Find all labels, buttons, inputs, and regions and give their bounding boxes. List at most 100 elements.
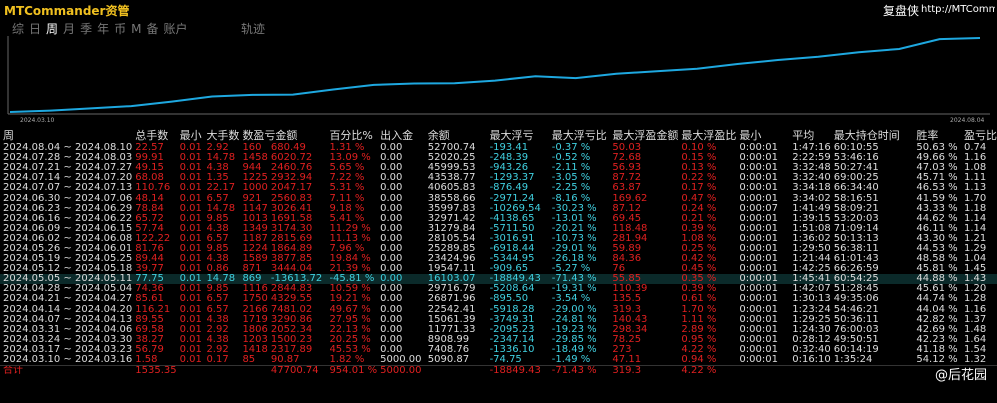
cell: -909.65 [489, 264, 529, 275]
cell: 1806 [242, 324, 268, 335]
table-row[interactable]: 2024.06.23 ~ 2024.06.29 78.84 0.01 14.78 114… [0, 204, 997, 214]
cell: -2347.14 [489, 334, 535, 345]
cell: 26871.96 [427, 294, 476, 305]
cell: 60:54:25 [830, 274, 914, 285]
cell: 39.77 [135, 264, 164, 275]
top-bar: MTCommander资管 复盘侠 http://MTCommander 综日周… [0, 0, 997, 36]
cell: 44.62 % [916, 213, 958, 224]
col-header-14[interactable]: 最大持仓时间 [831, 127, 914, 143]
table-row[interactable]: 2024.06.16 ~ 2024.06.22 65.72 0.01 9.85 1013… [0, 214, 997, 224]
cell: 4.38 [206, 223, 229, 234]
table-row[interactable]: 2024.06.02 ~ 2024.06.08 122.22 0.01 6.57 118… [0, 234, 997, 244]
cell: 1.43 [960, 274, 997, 285]
cell: 47700.74 [267, 365, 327, 377]
col-header-2[interactable]: 最小 [177, 127, 204, 143]
cell: 50:36:11 [833, 314, 879, 325]
cell: 281.94 [612, 233, 648, 244]
cell: 11.29 % [329, 223, 371, 234]
cell: 0.00 [380, 284, 403, 295]
col-header-8[interactable]: 最大浮亏 [487, 127, 549, 143]
col-header-11[interactable]: 最大浮盈比 [678, 127, 736, 143]
cell: 110.76 [135, 183, 171, 194]
cell: -2971.24 [489, 193, 535, 204]
cell: 116.21 [135, 304, 171, 315]
cell: 1203 [242, 334, 268, 345]
watermark: @后花园 [934, 368, 987, 383]
cell: 2.92 [206, 143, 229, 154]
table-row[interactable]: 2024.04.21 ~ 2024.04.27 85.61 0.01 6.57 1750… [0, 294, 997, 304]
cell: 3:32:48 [792, 163, 831, 174]
brand-url[interactable]: http://MTCommander [921, 4, 995, 15]
table-row[interactable]: 2024.07.07 ~ 2024.07.13 110.76 0.01 22.17 10… [0, 183, 997, 193]
cell: 2:22:59 [792, 153, 831, 164]
equity-line [9, 37, 981, 113]
cell: 0.00 [380, 173, 403, 184]
table-row[interactable]: 2024.03.10 ~ 2024.03.16 1.58 0.01 0.17 85 90.… [0, 355, 997, 366]
cell: 5.31 % [329, 183, 365, 194]
table-row[interactable]: 2024.07.14 ~ 2024.07.20 68.08 0.01 1.35 1225… [0, 173, 997, 183]
cell: 68.08 [135, 173, 164, 184]
table-row[interactable]: 2024.06.09 ~ 2024.06.15 57.74 0.01 4.38 1349… [0, 224, 997, 234]
cell: 44.74 % [916, 294, 958, 305]
col-header-6[interactable]: 出入金 [377, 127, 425, 143]
cell: 22.57 [135, 143, 164, 154]
cell: 0:00:01 [739, 153, 778, 164]
table-row[interactable]: 2024.07.28 ~ 2024.08.03 99.91 0.01 14.78 145… [0, 153, 997, 163]
cell: 0:00:01 [739, 294, 778, 305]
col-header-13[interactable]: 平均 [789, 127, 831, 143]
table-row[interactable]: 2024.04.07 ~ 2024.04.13 89.55 0.01 4.38 1719… [0, 315, 997, 325]
col-header-0[interactable]: 周 [0, 127, 132, 143]
cell: 2024.04.14 ~ 2024.04.20 [3, 304, 133, 315]
cell: 4.22 % [681, 344, 717, 355]
col-header-15[interactable]: 胜率 [913, 127, 961, 143]
cell: 9.18 % [329, 203, 365, 214]
cell: -24.81 % [551, 314, 597, 325]
col-header-7[interactable]: 余额 [425, 127, 487, 143]
cell: 51:28:45 [833, 284, 879, 295]
col-header-9[interactable]: 最大浮亏比 [549, 127, 610, 143]
table-row[interactable]: 2024.07.21 ~ 2024.07.27 49.15 0.01 4.38 944 2… [0, 163, 997, 173]
table-row[interactable]: 2024.03.17 ~ 2024.03.23 56.79 0.01 2.92 1418… [0, 345, 997, 355]
table-row[interactable]: 2024.04.14 ~ 2024.04.20 116.21 0.01 6.57 216… [0, 305, 997, 315]
cell: 3:34:02 [792, 193, 831, 204]
cell: 0:00:01 [739, 354, 778, 366]
table-row[interactable]: 2024.05.26 ~ 2024.06.01 81.76 0.01 9.85 1224… [0, 244, 997, 254]
cell: 58:09:21 [833, 203, 879, 214]
cell: 21.39 % [329, 264, 371, 275]
cell: 2460.76 [270, 163, 313, 174]
col-header-5[interactable]: 百分比% [326, 127, 377, 143]
cell: -248.39 [489, 153, 529, 164]
col-header-4[interactable]: 数盈亏金额 [239, 127, 326, 143]
col-header-1[interactable]: 总手数 [132, 127, 176, 143]
table-row[interactable]: 2024.08.04 ~ 2024.08.10 22.57 0.01 2.92 160 6… [0, 143, 997, 153]
table-row[interactable]: 2024.05.19 ~ 2024.05.25 89.44 0.01 4.38 1589… [0, 254, 997, 264]
col-header-12[interactable]: 最小 [736, 127, 789, 143]
cell [424, 365, 487, 377]
cell: 0:00:01 [736, 274, 790, 285]
cell: 2024.07.14 ~ 2024.07.20 [3, 173, 133, 184]
cell: 76:00:03 [833, 324, 879, 335]
table-row[interactable]: 2024.05.12 ~ 2024.05.18 39.77 0.01 0.86 871 3… [0, 264, 997, 274]
cell: -18849.43 [486, 365, 549, 377]
table-row[interactable]: 2024.06.30 ~ 2024.07.06 48.14 0.01 6.57 921 2… [0, 193, 997, 203]
total-row[interactable]: 合计 1535.35 47700.74 954.01 % 5000.00 -18849.4… [0, 365, 997, 377]
table-row[interactable]: 2024.03.24 ~ 2024.03.30 38.27 0.01 4.38 1203… [0, 335, 997, 345]
cell: 85.61 [135, 294, 164, 305]
cell: 60:14:19 [833, 344, 879, 355]
table-row[interactable]: 2024.04.28 ~ 2024.05.04 74.36 0.01 9.85 1116… [0, 284, 997, 294]
cell: 2047.17 [270, 183, 313, 194]
cell: 14.78 [206, 203, 236, 214]
table-row[interactable]: 2024.03.31 ~ 2024.04.06 69.58 0.01 2.92 1806… [0, 325, 997, 335]
col-header-10[interactable]: 最大浮盈金额 [609, 127, 678, 143]
cell: -71.43 % [548, 365, 610, 377]
col-header-16[interactable]: 盈亏比 [961, 127, 997, 143]
cell: 0.00 [380, 183, 403, 194]
cell: 87.12 [612, 203, 642, 214]
cell: 11.13 % [329, 233, 371, 244]
cell: -19.23 % [551, 324, 597, 335]
cell: 0.17 [206, 354, 229, 366]
cell: 29716.79 [427, 284, 476, 295]
col-header-3[interactable]: 大手数 [203, 127, 239, 143]
table-row[interactable]: 2024.05.05 ~ 2024.05.11 77.75 0.01 14.78 869… [0, 274, 997, 285]
cell: 2024.04.28 ~ 2024.05.04 [3, 284, 133, 295]
